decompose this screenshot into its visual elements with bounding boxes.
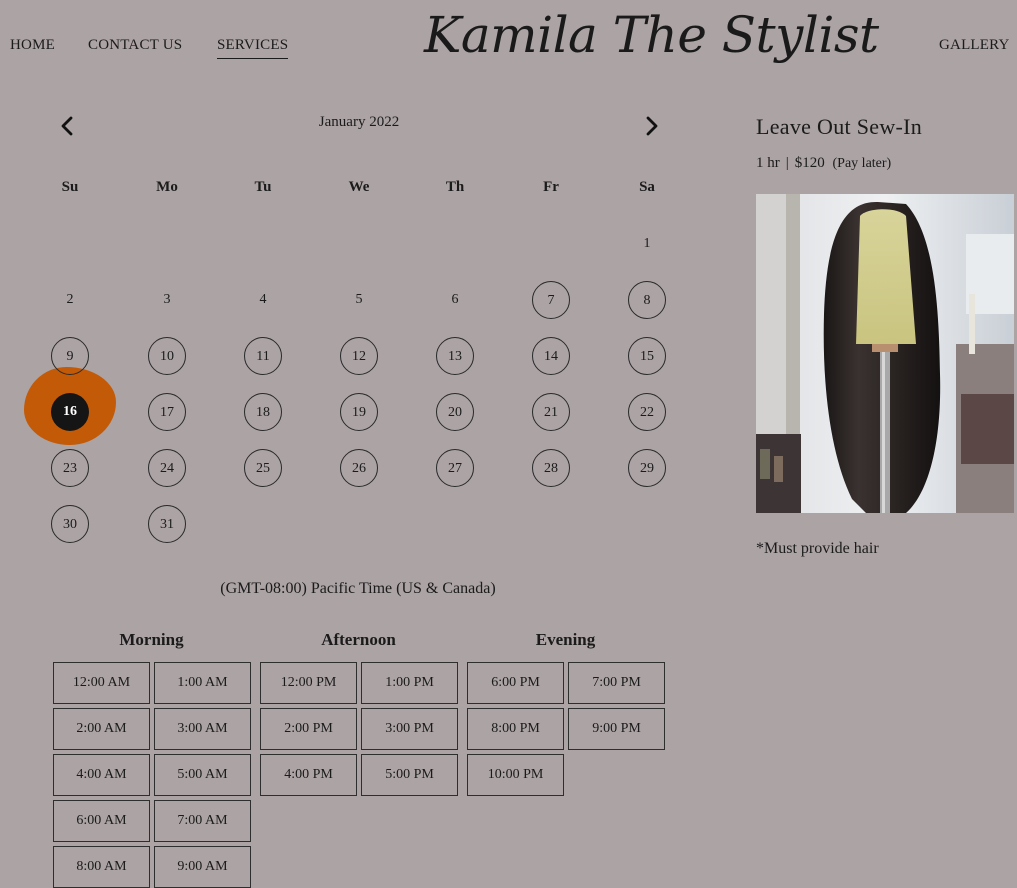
calendar-day[interactable]: 15 — [628, 337, 666, 375]
time-slot-button[interactable]: 6:00 PM — [467, 662, 564, 704]
calendar-day[interactable]: 31 — [148, 505, 186, 543]
calendar-day[interactable]: 24 — [148, 449, 186, 487]
weekday-label: Tu — [254, 179, 272, 195]
time-slot-button[interactable]: 12:00 PM — [260, 662, 357, 704]
meta-separator: | — [785, 155, 789, 171]
prev-month-button[interactable] — [56, 112, 80, 140]
calendar-day[interactable]: 8 — [628, 281, 666, 319]
service-photo — [756, 194, 1014, 513]
time-slot-button[interactable]: 9:00 PM — [568, 708, 665, 750]
time-slot-button[interactable]: 5:00 AM — [154, 754, 251, 796]
calendar-day: 3 — [163, 292, 171, 307]
chevron-right-icon — [646, 116, 658, 136]
time-slot-button[interactable]: 1:00 AM — [154, 662, 251, 704]
weekday-label: Su — [61, 179, 79, 195]
calendar-day[interactable]: 17 — [148, 393, 186, 431]
time-slot-button[interactable]: 7:00 AM — [154, 800, 251, 842]
calendar-day[interactable]: 23 — [51, 449, 89, 487]
time-slot-button[interactable]: 8:00 PM — [467, 708, 564, 750]
time-slot-button[interactable]: 4:00 PM — [260, 754, 357, 796]
calendar-day[interactable]: 22 — [628, 393, 666, 431]
service-note: *Must provide hair — [756, 540, 879, 557]
time-slot-button[interactable]: 9:00 AM — [154, 846, 251, 888]
calendar-day[interactable]: 26 — [340, 449, 378, 487]
calendar-day[interactable]: 11 — [244, 337, 282, 375]
time-slot-button[interactable]: 2:00 PM — [260, 708, 357, 750]
weekday-label: Mo — [156, 179, 178, 195]
calendar-day: 4 — [259, 292, 267, 307]
time-slot-button[interactable]: 6:00 AM — [53, 800, 150, 842]
time-slot-button[interactable]: 1:00 PM — [361, 662, 458, 704]
nav-home-link[interactable]: HOME — [10, 37, 55, 54]
service-price: $120 — [794, 155, 825, 171]
time-slot-button[interactable]: 8:00 AM — [53, 846, 150, 888]
calendar-day[interactable]: 14 — [532, 337, 570, 375]
calendar-day[interactable]: 10 — [148, 337, 186, 375]
time-slot-button[interactable]: 4:00 AM — [53, 754, 150, 796]
calendar-day[interactable]: 30 — [51, 505, 89, 543]
time-slot-button[interactable]: 12:00 AM — [53, 662, 150, 704]
time-slot-button[interactable]: 7:00 PM — [568, 662, 665, 704]
period-heading-morning: Morning — [119, 630, 184, 649]
weekday-label: Th — [445, 179, 465, 195]
calendar-day[interactable]: 25 — [244, 449, 282, 487]
period-heading-afternoon: Afternoon — [321, 630, 396, 649]
service-meta: 1 hr | $120 (Pay later) — [756, 155, 891, 172]
service-title: Leave Out Sew-In — [756, 114, 923, 139]
time-slot-button[interactable]: 5:00 PM — [361, 754, 458, 796]
calendar-day[interactable]: 13 — [436, 337, 474, 375]
calendar-day[interactable]: 12 — [340, 337, 378, 375]
service-duration: 1 hr — [756, 155, 780, 171]
calendar-month-title: January 2022 — [318, 114, 400, 130]
time-slot-button[interactable]: 2:00 AM — [53, 708, 150, 750]
weekday-label: We — [348, 179, 370, 195]
calendar-day: 1 — [643, 236, 651, 251]
calendar-day[interactable]: 29 — [628, 449, 666, 487]
calendar-day[interactable]: 20 — [436, 393, 474, 431]
site-logo[interactable]: Kamila The Stylist — [424, 6, 879, 64]
nav-contact-link[interactable]: CONTACT US — [88, 37, 182, 54]
calendar-day[interactable]: 19 — [340, 393, 378, 431]
nav-gallery-link[interactable]: GALLERY — [939, 37, 1010, 54]
nav-services-link[interactable]: SERVICES — [217, 37, 289, 59]
top-navigation: HOME CONTACT US SERVICES Kamila The Styl… — [0, 0, 1017, 82]
calendar-day: 2 — [66, 292, 74, 307]
weekday-label: Sa — [639, 179, 655, 195]
weekday-label: Fr — [543, 179, 559, 195]
calendar-day: 6 — [451, 292, 459, 307]
calendar-day[interactable]: 28 — [532, 449, 570, 487]
calendar-day: 5 — [355, 292, 363, 307]
time-slot-button[interactable]: 3:00 PM — [361, 708, 458, 750]
time-slot-button[interactable]: 3:00 AM — [154, 708, 251, 750]
pay-later-note: (Pay later) — [832, 156, 892, 171]
calendar-day[interactable]: 21 — [532, 393, 570, 431]
timezone-label: (GMT-08:00) Pacific Time (US & Canada) — [220, 580, 496, 597]
calendar-day[interactable]: 18 — [244, 393, 282, 431]
period-heading-evening: Evening — [535, 630, 596, 649]
next-month-button[interactable] — [640, 112, 664, 140]
calendar-day[interactable]: 7 — [532, 281, 570, 319]
calendar-day[interactable]: 9 — [51, 337, 89, 375]
time-slot-button[interactable]: 10:00 PM — [467, 754, 564, 796]
chevron-left-icon — [61, 116, 73, 136]
calendar-day-selected[interactable]: 16 — [51, 393, 89, 431]
calendar-day[interactable]: 27 — [436, 449, 474, 487]
